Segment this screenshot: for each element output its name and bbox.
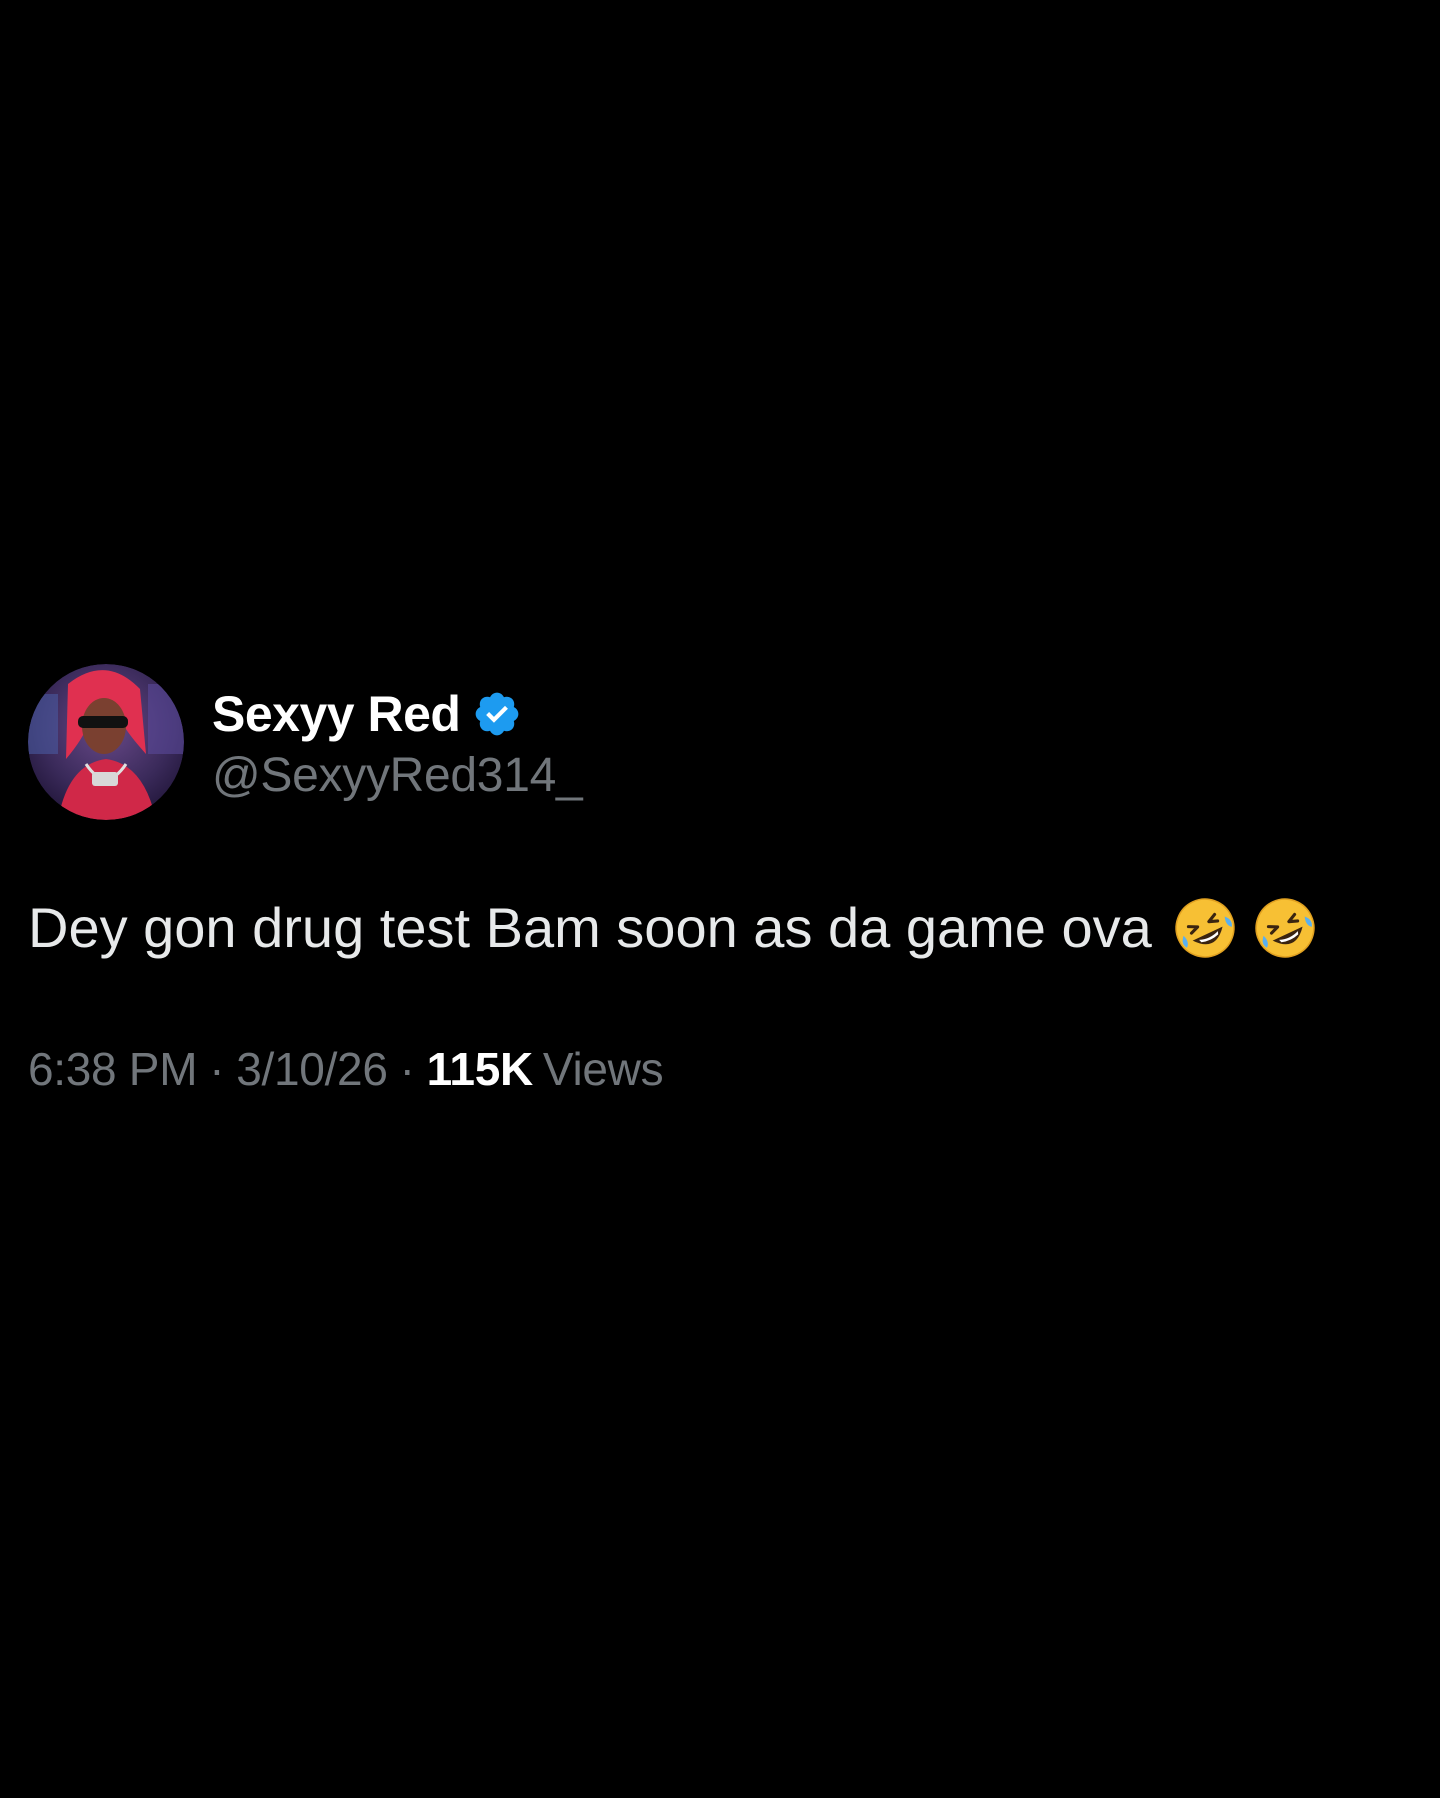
tweet-text-content: Dey gon drug test Bam soon as da game ov… xyxy=(28,896,1152,959)
tweet-meta: 6:38 PM · 3/10/26 · 115K Views xyxy=(28,1042,1412,1096)
meta-separator: · xyxy=(209,1043,225,1095)
display-name[interactable]: Sexyy Red xyxy=(212,685,461,743)
display-name-row: Sexyy Red xyxy=(212,682,582,746)
tweet-date[interactable]: 3/10/26 xyxy=(236,1042,388,1096)
tweet-text: Dey gon drug test Bam soon as da game ov… xyxy=(28,890,1412,966)
views-label: Views xyxy=(542,1043,664,1095)
tweet-header: Sexyy Red @SexyyRed314_ xyxy=(28,664,1412,820)
verified-badge-icon[interactable] xyxy=(472,689,522,739)
meta-separator: · xyxy=(399,1043,415,1095)
author-names: Sexyy Red @SexyyRed314_ xyxy=(212,682,583,803)
rolling-on-the-floor-laughing-icon xyxy=(1255,898,1315,958)
tweet-time[interactable]: 6:38 PM xyxy=(28,1042,198,1096)
rolling-on-the-floor-laughing-icon xyxy=(1175,898,1235,958)
user-handle[interactable]: @SexyyRed314_ xyxy=(212,748,583,803)
avatar[interactable] xyxy=(28,664,184,820)
views-count[interactable]: 115K xyxy=(427,1042,534,1096)
tweet: Sexyy Red @SexyyRed314_ Dey gon drug tes… xyxy=(28,664,1412,1096)
